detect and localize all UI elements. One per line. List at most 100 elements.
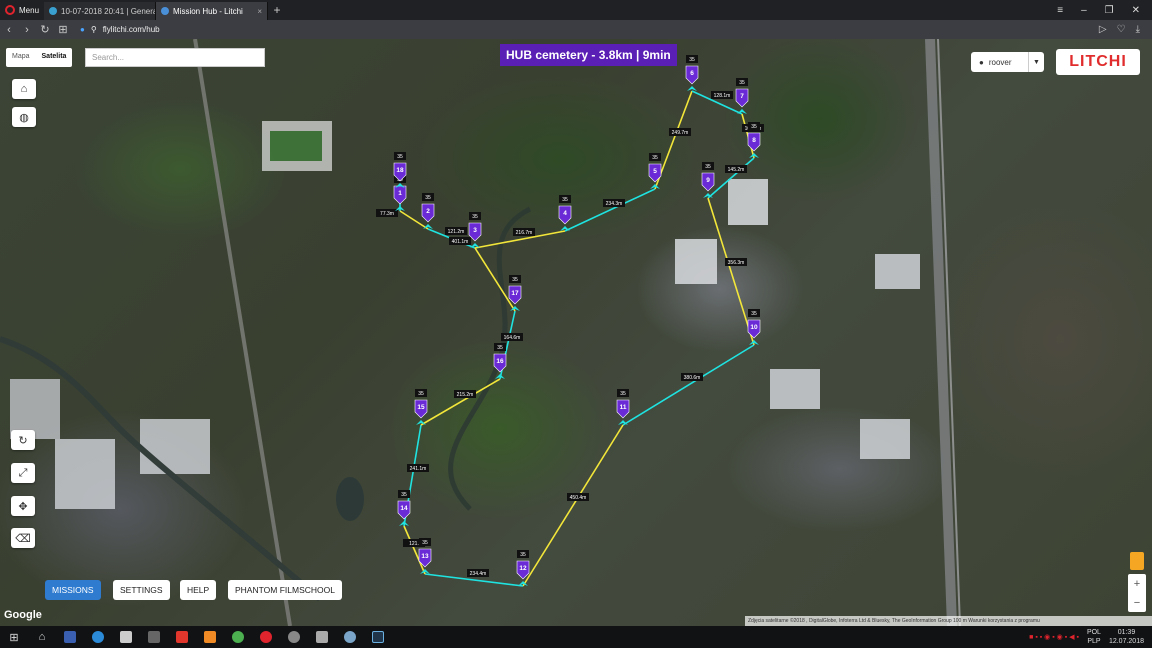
search-input[interactable]: Search...	[85, 48, 265, 67]
user-icon: ●	[979, 57, 984, 67]
maximize-icon[interactable]: ❐	[1105, 5, 1114, 16]
app-icon[interactable]	[56, 626, 84, 648]
opera-menu-button[interactable]: Menu	[0, 0, 44, 20]
home-button[interactable]: ⌂	[12, 79, 36, 99]
distance-text: 145.2m	[728, 167, 745, 173]
altitude-label: 35	[751, 311, 757, 317]
waypoint-marker[interactable]: 35 5	[648, 153, 662, 189]
app-icon[interactable]	[336, 626, 364, 648]
download-icon[interactable]: ⤓	[1136, 24, 1140, 35]
forward-icon[interactable]: ›	[18, 24, 36, 36]
zoom-in-icon[interactable]: +	[1134, 578, 1140, 590]
opera-logo-icon	[5, 5, 15, 15]
waypoint-number: 17	[511, 290, 519, 297]
pegman-icon[interactable]	[1130, 552, 1144, 570]
waypoint-marker[interactable]: 35 14	[397, 490, 411, 526]
chevron-down-icon[interactable]: ▼	[1028, 52, 1044, 72]
app-icon[interactable]	[280, 626, 308, 648]
send-icon[interactable]: ▷	[1099, 24, 1107, 35]
new-tab-button[interactable]: +	[268, 3, 286, 17]
google-logo: Google	[4, 609, 42, 621]
reload-icon[interactable]: ↻	[36, 23, 54, 36]
move-button[interactable]: ✥	[11, 496, 35, 516]
waypoint-marker[interactable]: 35 8	[747, 122, 761, 158]
litchi-logo: LITCHI	[1056, 49, 1140, 75]
map-type-toggle: Mapa Satelita	[6, 48, 73, 67]
globe-button[interactable]: ◍	[12, 107, 36, 127]
app-icon[interactable]	[84, 626, 112, 648]
waypoint-number: 3	[473, 227, 477, 234]
map-type-map[interactable]: Mapa	[6, 48, 36, 67]
windows-start-icon[interactable]: ⊞	[0, 626, 28, 648]
phantom-filmschool-button[interactable]: PHANTOM FILMSCHOOL	[228, 580, 342, 600]
app-icon[interactable]	[308, 626, 336, 648]
tab-menu-icon[interactable]: ≡	[1057, 5, 1063, 16]
tab-generic[interactable]: 10-07-2018 20:41 | Genera ×	[44, 2, 156, 20]
opera-icon[interactable]	[252, 626, 280, 648]
app-icon[interactable]	[196, 626, 224, 648]
heart-icon[interactable]: ♡	[1117, 24, 1126, 35]
satellite-map[interactable]: 77.3m121.2m216.7m234.3m249.7m128.1m101.3…	[0, 39, 1152, 626]
waypoint-marker[interactable]: 35 2	[421, 193, 435, 229]
distance-text: 164.6m	[504, 335, 521, 341]
eraser-button[interactable]: ⌫	[11, 528, 35, 548]
distance-text: 121.2m	[448, 229, 465, 235]
tab-mission-hub[interactable]: Mission Hub - Litchi ×	[156, 2, 268, 20]
waypoint-number: 14	[400, 505, 408, 512]
warehouse-building	[55, 439, 115, 509]
altitude-label: 35	[497, 345, 503, 351]
zoom-out-icon[interactable]: −	[1134, 597, 1140, 609]
waypoint-marker[interactable]: 35 15	[414, 389, 428, 425]
move-icon: ✥	[18, 500, 28, 513]
app-icon[interactable]	[168, 626, 196, 648]
close-tab-icon[interactable]: ×	[257, 7, 262, 16]
url-text: flylitchi.com/hub	[102, 25, 160, 34]
user-menu[interactable]: ● roover ▼	[971, 52, 1044, 72]
map-type-satellite[interactable]: Satelita	[36, 48, 73, 67]
distance-label: 145.2m	[725, 165, 747, 173]
globe-icon: ◍	[19, 111, 29, 124]
waypoint-marker[interactable]: 35 13	[418, 538, 432, 574]
chrome-icon[interactable]	[224, 626, 252, 648]
distance-label: 249.7m	[669, 128, 691, 136]
mission-path	[399, 90, 755, 587]
speed-dial-icon[interactable]: ⊞	[54, 23, 72, 36]
clock[interactable]: 01:39 12.07.2018	[1109, 628, 1144, 646]
missions-button[interactable]: MISSIONS	[45, 580, 101, 600]
waypoint-marker[interactable]: 35 11	[616, 389, 630, 425]
refresh-button[interactable]: ↻	[11, 430, 35, 450]
close-window-icon[interactable]: ✕	[1132, 5, 1140, 16]
path-segment	[564, 188, 656, 232]
language-indicator[interactable]: POL PLP	[1087, 628, 1101, 646]
waypoint-number: 9	[706, 177, 710, 184]
home-app-icon[interactable]: ⌂	[28, 626, 56, 648]
lang-label-2: PLP	[1087, 638, 1101, 645]
help-button[interactable]: HELP	[180, 580, 217, 600]
waypoint-number: 10	[750, 324, 758, 331]
waypoint-marker[interactable]: 35 10	[747, 309, 761, 345]
altitude-label: 35	[422, 540, 428, 546]
altitude-label: 35	[620, 391, 626, 397]
user-name: roover	[988, 57, 1012, 67]
waypoint-marker[interactable]: 35 6	[685, 55, 699, 91]
fullscreen-button[interactable]: ⤢	[11, 463, 35, 483]
minimize-icon[interactable]: –	[1081, 5, 1087, 16]
pond	[336, 477, 364, 521]
waypoint-marker[interactable]: 35 4	[558, 195, 572, 231]
altitude-label: 35	[418, 391, 424, 397]
app-icon[interactable]	[112, 626, 140, 648]
waypoint-marker[interactable]: 35 7	[735, 78, 749, 114]
waypoint-marker[interactable]: 35 9	[701, 162, 715, 198]
back-icon[interactable]: ‹	[0, 24, 18, 36]
distance-label: 121.2m	[445, 227, 467, 235]
waypoints: 3013523533543553563573583593510351135123…	[393, 55, 761, 586]
settings-button[interactable]: SETTINGS	[113, 580, 170, 600]
waypoint-number: 18	[396, 167, 404, 174]
app-icon[interactable]	[140, 626, 168, 648]
taskbar: ⊞ ⌂ ■ ▪ ▪ ◉ ▪ ◉ ▪ ◀ ▪ POL PLP 01:39 12.0…	[0, 626, 1152, 648]
lightroom-icon[interactable]	[364, 626, 392, 648]
tray-icons[interactable]: ■ ▪ ▪ ◉ ▪ ◉ ▪ ◀ ▪	[1029, 633, 1079, 641]
url-field[interactable]: ● ⚲ flylitchi.com/hub	[80, 25, 160, 34]
distance-label: 450.4m	[567, 493, 589, 501]
distance-text: 450.4m	[570, 495, 587, 501]
